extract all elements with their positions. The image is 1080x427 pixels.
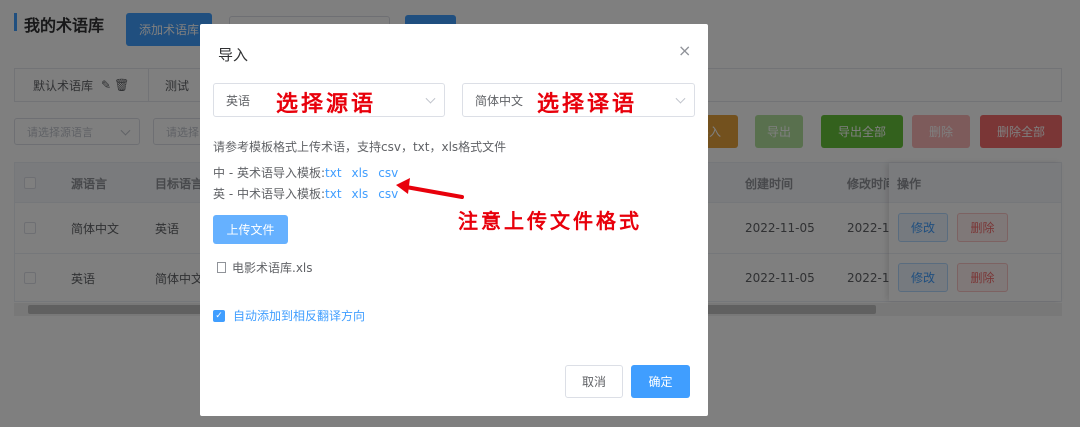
template-link-txt[interactable]: txt <box>325 187 342 201</box>
template-link-txt[interactable]: txt <box>325 166 342 180</box>
chevron-down-icon <box>425 93 436 104</box>
checkbox-checked-icon[interactable]: ✓ <box>213 309 225 322</box>
upload-hint: 请参考模板格式上传术语，支持csv，txt，xls格式文件 <box>213 140 507 154</box>
template-link-xls[interactable]: xls <box>352 187 369 201</box>
selected-value: 英语 <box>226 93 251 108</box>
annotation-source: 选择源语 <box>276 92 377 117</box>
document-icon <box>217 262 226 273</box>
checkbox-label: 自动添加到相反翻译方向 <box>233 309 366 323</box>
template-link-xls[interactable]: xls <box>352 166 369 180</box>
annotation-format: 注意上传文件格式 <box>458 209 642 233</box>
confirm-button[interactable]: 确定 <box>631 365 690 398</box>
template-row-zh-en: 中 - 英术语导入模板:txt xls csv <box>213 164 408 181</box>
cancel-button[interactable]: 取消 <box>565 365 623 398</box>
selected-value: 简体中文 <box>475 93 524 108</box>
template-label: 英 - 中术语导入模板: <box>213 187 326 201</box>
template-row-en-zh: 英 - 中术语导入模板:txt xls csv <box>213 185 408 202</box>
annotation-target: 选择译语 <box>537 92 638 117</box>
auto-add-checkbox[interactable]: ✓ 自动添加到相反翻译方向 <box>213 307 365 324</box>
close-icon[interactable]: × <box>678 41 691 60</box>
arrow-icon <box>396 178 464 199</box>
template-label: 中 - 英术语导入模板: <box>213 166 326 180</box>
chevron-down-icon <box>675 93 686 104</box>
dialog-title: 导入 <box>218 46 249 64</box>
upload-file-button[interactable]: 上传文件 <box>213 215 288 244</box>
file-name: 电影术语库.xls <box>232 261 313 275</box>
uploaded-file[interactable]: 电影术语库.xls <box>217 259 313 276</box>
